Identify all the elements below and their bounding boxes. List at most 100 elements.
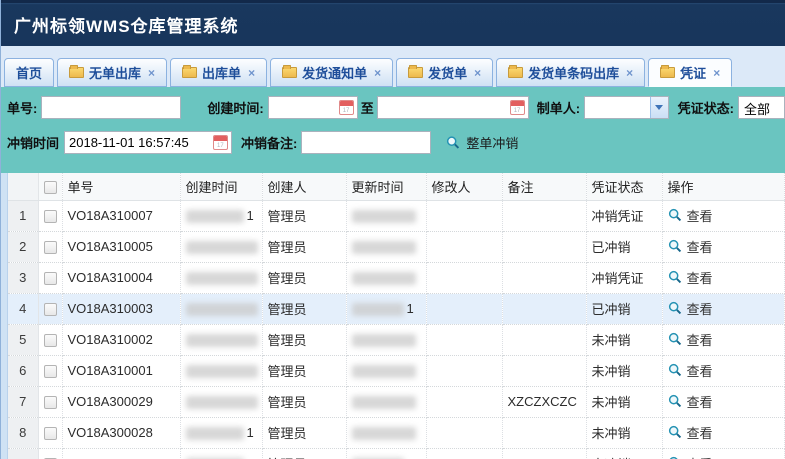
voucher-status-select[interactable]: 全部 xyxy=(738,96,785,119)
chevron-down-icon[interactable] xyxy=(650,97,668,118)
modifier-cell xyxy=(426,293,502,324)
tab-home[interactable]: 首页 xyxy=(4,58,54,87)
modifier-cell xyxy=(426,262,502,293)
created-from-input[interactable] xyxy=(269,97,339,118)
close-icon[interactable]: × xyxy=(713,66,720,80)
to-label: 至 xyxy=(361,98,374,117)
writeoff-time-input[interactable] xyxy=(65,132,213,153)
view-link[interactable]: 查看 xyxy=(668,237,713,256)
view-link[interactable]: 查看 xyxy=(668,206,713,225)
table-row[interactable]: 3VO18A310004管理员冲销凭证查看 xyxy=(8,262,785,293)
writeoff-remark-input[interactable] xyxy=(301,131,431,154)
tab-1[interactable]: 无单出库 × xyxy=(57,58,167,87)
col-creator[interactable]: 创建人 xyxy=(262,173,346,200)
view-link[interactable]: 查看 xyxy=(668,454,713,459)
writeoff-all-button[interactable]: 整单冲销 xyxy=(446,133,518,152)
row-checkbox[interactable] xyxy=(44,210,57,223)
filter-row-1: 单号: 创建时间: 至 制单人: 凭证状态: 全部 xyxy=(7,96,785,119)
order-no-cell: VO18A310001 xyxy=(62,355,180,386)
maker-combo-value xyxy=(585,97,650,118)
folder-icon xyxy=(660,67,675,78)
row-number: 3 xyxy=(8,262,38,293)
table-row[interactable]: 6VO18A310001管理员未冲销查看 xyxy=(8,355,785,386)
folder-icon xyxy=(408,67,423,78)
view-link[interactable]: 查看 xyxy=(668,423,713,442)
magnifier-icon xyxy=(668,301,682,315)
order-no-input[interactable] xyxy=(41,96,181,119)
view-link[interactable]: 查看 xyxy=(668,268,713,287)
action-cell: 查看 xyxy=(662,324,785,355)
table-row[interactable]: 5VO18A310002管理员未冲销查看 xyxy=(8,324,785,355)
row-select-cell xyxy=(38,386,62,417)
col-order-no[interactable]: 单号 xyxy=(62,173,180,200)
table-row[interactable]: 1VO18A3100071管理员冲销凭证查看 xyxy=(8,200,785,231)
col-modifier[interactable]: 修改人 xyxy=(426,173,502,200)
calendar-icon[interactable] xyxy=(339,100,354,115)
modifier-cell xyxy=(426,386,502,417)
view-label: 查看 xyxy=(687,268,713,287)
updated-time-cell xyxy=(346,231,426,262)
row-checkbox[interactable] xyxy=(44,272,57,285)
view-link[interactable]: 查看 xyxy=(668,392,713,411)
updated-time-cell: 1 xyxy=(346,293,426,324)
col-voucher-status[interactable]: 凭证状态 xyxy=(586,173,662,200)
tab-6[interactable]: 凭证× xyxy=(648,58,732,87)
updated-time-cell xyxy=(346,355,426,386)
view-link[interactable]: 查看 xyxy=(668,361,713,380)
order-no-cell: VO18A300029 xyxy=(62,386,180,417)
writeoff-remark-label: 冲销备注: xyxy=(241,133,297,152)
remark-cell xyxy=(502,293,586,324)
row-number: 4 xyxy=(8,293,38,324)
col-updated-time[interactable]: 更新时间 xyxy=(346,173,426,200)
writeoff-time-label: 冲销时间 xyxy=(7,133,59,152)
tab-label: 无单出库 xyxy=(89,63,141,82)
close-icon[interactable]: × xyxy=(248,66,255,80)
row-checkbox[interactable] xyxy=(44,365,57,378)
table-row[interactable]: 2VO18A310005管理员已冲销查看 xyxy=(8,231,785,262)
row-checkbox[interactable] xyxy=(44,334,57,347)
created-time-cell: 1 xyxy=(180,200,262,231)
voucher-status-label: 凭证状态: xyxy=(678,98,734,117)
table-row[interactable]: 4VO18A310003管理员1已冲销查看 xyxy=(8,293,785,324)
close-icon[interactable]: × xyxy=(148,66,155,80)
row-checkbox[interactable] xyxy=(44,427,57,440)
select-all-checkbox[interactable] xyxy=(44,181,57,194)
maker-combo[interactable] xyxy=(584,96,669,119)
tab-2[interactable]: 出库单× xyxy=(170,58,267,87)
status-cell: 冲销凭证 xyxy=(586,200,662,231)
order-no-cell: VO18A310007 xyxy=(62,200,180,231)
calendar-icon[interactable] xyxy=(213,135,228,150)
row-checkbox[interactable] xyxy=(44,303,57,316)
row-select-cell xyxy=(38,417,62,448)
tab-4[interactable]: 发货单 × xyxy=(396,58,493,87)
row-checkbox[interactable] xyxy=(44,241,57,254)
close-icon[interactable]: × xyxy=(626,66,633,80)
view-link[interactable]: 查看 xyxy=(668,330,713,349)
created-time-cell xyxy=(180,262,262,293)
col-created-time[interactable]: 创建时间 xyxy=(180,173,262,200)
created-to-input[interactable] xyxy=(378,97,510,118)
close-icon[interactable]: × xyxy=(474,66,481,80)
view-link[interactable]: 查看 xyxy=(668,299,713,318)
table-row[interactable]: 8VO18A3000281管理员未冲销查看 xyxy=(8,417,785,448)
tab-5[interactable]: 发货单条码出库× xyxy=(496,58,645,87)
calendar-icon[interactable] xyxy=(510,100,525,115)
status-cell: 未冲销 xyxy=(586,448,662,459)
status-cell: 未冲销 xyxy=(586,324,662,355)
magnifier-icon xyxy=(668,208,682,222)
row-checkbox[interactable] xyxy=(44,396,57,409)
view-label: 查看 xyxy=(687,299,713,318)
order-no-cell: VO18A310003 xyxy=(62,293,180,324)
action-cell: 查看 xyxy=(662,355,785,386)
col-remark[interactable]: 备注 xyxy=(502,173,586,200)
creator-cell: 管理员 xyxy=(262,200,346,231)
tab-label: 发货单 xyxy=(428,63,467,82)
col-action[interactable]: 操作 xyxy=(662,173,785,200)
tab-3[interactable]: 发货通知单× xyxy=(270,58,393,87)
select-all-header xyxy=(38,173,62,200)
order-no-cell: VO18A310002 xyxy=(62,324,180,355)
table-row[interactable]: 9VO18A3000270 1管理员0:3未冲销查看 xyxy=(8,448,785,459)
view-label: 查看 xyxy=(687,392,713,411)
close-icon[interactable]: × xyxy=(374,66,381,80)
table-row[interactable]: 7VO18A300029管理员XZCZXCZC未冲销查看 xyxy=(8,386,785,417)
